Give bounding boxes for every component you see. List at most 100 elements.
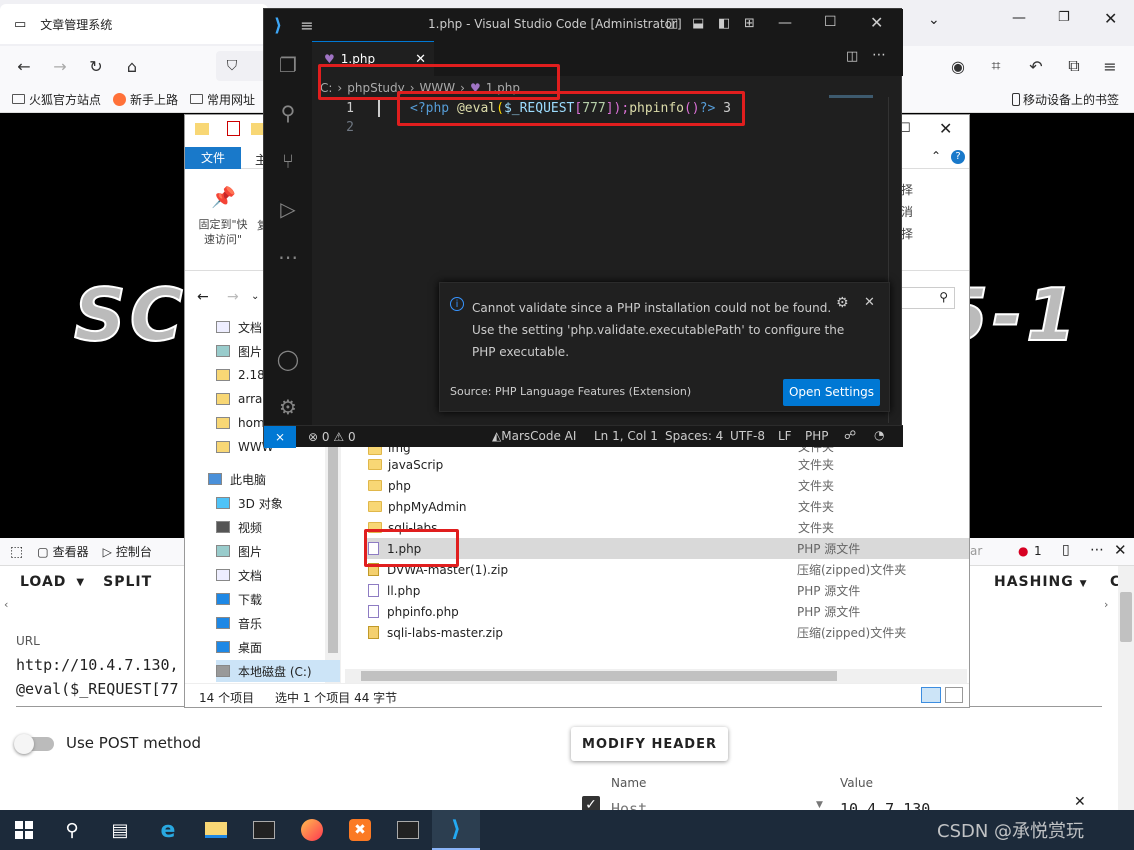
header-name-input[interactable]: Host xyxy=(611,800,647,810)
header-name-dropdown-icon[interactable]: ▼ xyxy=(816,800,823,810)
nav-item[interactable]: arra xyxy=(216,388,262,410)
run-debug-icon[interactable]: ▷ xyxy=(264,185,312,233)
file-explorer-icon[interactable] xyxy=(192,810,240,850)
close-icon[interactable]: ✕ xyxy=(939,119,952,138)
scroll-right-icon[interactable]: › xyxy=(1104,598,1108,611)
tab-console[interactable]: ▷ 控制台 xyxy=(103,543,152,560)
indentation[interactable]: Spaces: 4 xyxy=(665,429,723,443)
crop-icon[interactable]: ⌗ xyxy=(984,54,1008,78)
reload-icon[interactable]: ↻ xyxy=(84,54,108,78)
scroll-thumb[interactable] xyxy=(1120,592,1132,642)
menu-icon[interactable]: ≡ xyxy=(1098,54,1122,78)
vertical-scrollbar[interactable] xyxy=(1118,566,1134,810)
nav-item[interactable]: 桌面 xyxy=(216,636,262,658)
vscode-icon[interactable]: ⟩ xyxy=(432,810,480,850)
eol[interactable]: LF xyxy=(778,429,792,443)
open-settings-button[interactable]: Open Settings xyxy=(783,379,880,406)
close-icon[interactable]: ✕ xyxy=(870,13,883,32)
explorer-icon[interactable]: ❐ xyxy=(264,41,312,89)
file-row[interactable]: sqli-labs-master.zip 压缩(zipped)文件夹 xyxy=(364,622,969,643)
notifications-bell-icon[interactable]: ◔ xyxy=(874,428,884,442)
forward-icon[interactable]: → xyxy=(227,289,239,305)
file-row[interactable]: php 文件夹 xyxy=(364,475,969,496)
feedback-icon[interactable]: ☍ xyxy=(844,428,856,442)
notification-close-icon[interactable]: ✕ xyxy=(864,295,875,310)
nav-item[interactable]: 音乐 xyxy=(216,612,262,634)
ie-icon[interactable]: e xyxy=(144,810,192,850)
back-icon[interactable]: ← xyxy=(12,54,36,78)
remote-icon[interactable]: ⨯ xyxy=(264,425,296,448)
modify-header-button[interactable]: MODIFY HEADER xyxy=(571,727,728,761)
tab-partial[interactable]: ar xyxy=(970,544,982,558)
toggle-secondary-sidebar-icon[interactable]: ◧ xyxy=(718,16,730,31)
file-row[interactable]: javaScrip 文件夹 xyxy=(364,454,969,475)
details-view-icon[interactable] xyxy=(921,687,941,703)
pin-quick-access-button[interactable]: 固定到"快速访问" xyxy=(193,217,253,247)
account-icon[interactable]: ◉ xyxy=(946,54,970,78)
cursor-position[interactable]: Ln 1, Col 1 xyxy=(594,429,658,443)
home-icon[interactable]: ⌂ xyxy=(120,54,144,78)
customize-layout-icon[interactable]: ⊞ xyxy=(744,16,755,31)
browser-tab[interactable]: ▭ 文章管理系统 xyxy=(0,4,268,44)
back-icon[interactable]: ← xyxy=(197,289,209,305)
nav-item[interactable]: 本地磁盘 (C:) xyxy=(216,660,340,682)
encoding[interactable]: UTF-8 xyxy=(730,429,765,443)
scroll-left-icon[interactable]: ‹ xyxy=(4,598,8,611)
file-row[interactable]: phpMyAdmin 文件夹 xyxy=(364,496,969,517)
inspect-icon[interactable]: ⬚ xyxy=(10,544,23,560)
firefox-icon[interactable] xyxy=(288,810,336,850)
url-input-line1[interactable]: http://10.4.7.130, xyxy=(16,656,179,674)
tiles-view-icon[interactable] xyxy=(945,687,963,703)
nav-item[interactable]: 图片 xyxy=(216,340,262,362)
load-button[interactable]: LOAD xyxy=(20,574,66,590)
toggle-panel-icon[interactable]: ⬓ xyxy=(692,16,704,31)
split-button[interactable]: SPLIT xyxy=(103,574,152,590)
extensions-icon[interactable]: ⧉ xyxy=(1062,54,1086,78)
more-icon[interactable]: ⋯ xyxy=(1090,542,1104,558)
tab-list-icon[interactable]: ▭ xyxy=(14,17,26,32)
search-icon[interactable]: ⚲ xyxy=(48,810,96,850)
task-view-icon[interactable]: ▤ xyxy=(96,810,144,850)
editor-scrollbar[interactable] xyxy=(888,97,902,423)
search-box[interactable]: ⚲ xyxy=(901,287,955,309)
files-hscrollbar[interactable] xyxy=(345,669,967,683)
nav-item[interactable]: 2.18 xyxy=(216,364,265,386)
account-icon[interactable]: ◯ xyxy=(264,335,312,383)
properties-icon[interactable] xyxy=(227,121,240,136)
mobile-bookmarks[interactable]: 移动设备上的书签 xyxy=(1012,91,1119,108)
nav-item[interactable]: 下载 xyxy=(216,588,262,610)
search-icon[interactable]: ⚲ xyxy=(264,89,312,137)
marscode-status[interactable]: ◭MarsCode AI xyxy=(492,429,576,443)
collapse-ribbon-icon[interactable]: ⌃ xyxy=(931,149,941,163)
split-editor-icon[interactable]: ◫ xyxy=(846,49,858,64)
tab-inspector[interactable]: ▢ 查看器 xyxy=(37,543,88,560)
maximize-icon[interactable]: ☐ xyxy=(824,14,837,30)
windows-start-icon[interactable] xyxy=(0,810,48,850)
bookmark-item[interactable]: 火狐官方站点 xyxy=(12,91,101,108)
select-none-button[interactable]: 消 xyxy=(901,201,913,223)
close-devtools-icon[interactable]: ✕ xyxy=(1114,541,1127,559)
bookmark-item[interactable]: 新手上路 xyxy=(113,91,178,108)
nav-item[interactable]: 图片 xyxy=(216,540,262,562)
restore-icon[interactable]: ❐ xyxy=(1058,10,1070,25)
toggle-sidebar-icon[interactable]: ◫ xyxy=(666,16,678,31)
pin-icon[interactable]: 📌 xyxy=(211,185,236,209)
load-dropdown-icon[interactable]: ▼ xyxy=(76,577,85,588)
forward-icon[interactable]: → xyxy=(48,54,72,78)
language-mode[interactable]: PHP xyxy=(805,429,829,443)
source-control-icon[interactable]: ⑂ xyxy=(264,137,312,185)
file-row[interactable]: ll.php PHP 源文件 xyxy=(364,580,969,601)
notification-settings-icon[interactable]: ⚙ xyxy=(836,295,849,311)
undo-icon[interactable]: ↶ xyxy=(1024,54,1048,78)
hashing-button[interactable]: HASHING ▼ xyxy=(994,574,1088,590)
remove-header-icon[interactable]: ✕ xyxy=(1074,794,1086,810)
nav-item[interactable]: 文档 xyxy=(216,564,262,586)
close-icon[interactable]: ✕ xyxy=(1104,9,1117,28)
select-all-button[interactable]: 择 xyxy=(901,179,913,201)
bookmark-item[interactable]: 常用网址 xyxy=(190,91,255,108)
url-bar[interactable]: ⛉ xyxy=(216,51,266,81)
nav-item[interactable]: 此电脑 xyxy=(208,468,266,490)
hamburger-menu-icon[interactable]: ≡ xyxy=(300,16,313,35)
chevron-down-icon[interactable]: ⌄ xyxy=(928,12,940,28)
more-views-icon[interactable]: ⋯ xyxy=(264,233,312,281)
